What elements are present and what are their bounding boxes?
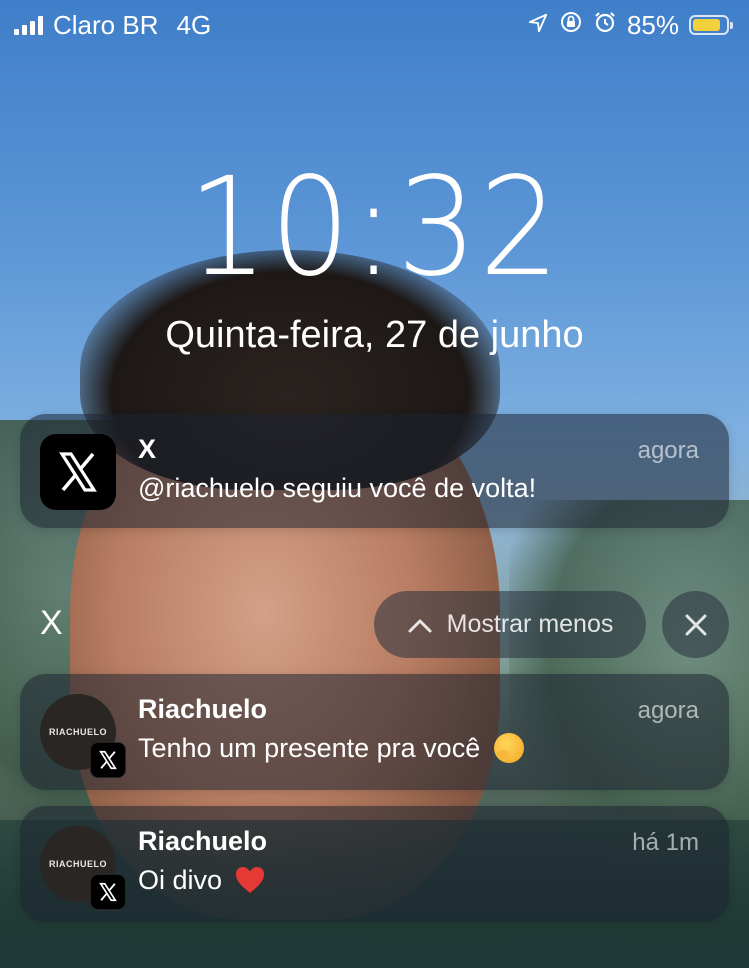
lock-date: Quinta-feira, 27 de junho	[165, 314, 584, 356]
orientation-lock-icon	[559, 10, 583, 41]
notification-time: agora	[637, 697, 699, 724]
carrier-name: Claro BR	[53, 9, 159, 40]
alarm-icon	[593, 10, 617, 41]
notification-message-row: Oi divo	[138, 865, 699, 902]
x-app-icon	[40, 434, 116, 510]
signal-icon	[14, 15, 43, 35]
x-badge-icon	[90, 874, 126, 910]
x-badge-icon	[90, 742, 126, 778]
location-icon	[527, 10, 549, 41]
notification-message-row: Tenho um presente pra você	[138, 733, 699, 764]
network-type: 4G	[176, 9, 212, 40]
notification-message: Oi divo	[138, 865, 223, 895]
notification-time: agora	[637, 437, 699, 464]
lock-screen: Claro BR 4G 85% 10:32 Quinta-feira, 27 d…	[0, 0, 749, 968]
lock-clock: 10:32	[187, 149, 562, 307]
notification-riachuelo-1[interactable]: RIACHUELO Riachuelo agora Tenho um prese…	[20, 674, 729, 790]
clear-group-button[interactable]	[662, 591, 729, 658]
hand-over-mouth-emoji-icon	[493, 733, 524, 763]
notification-title: Riachuelo	[138, 694, 268, 724]
battery-percent: 85%	[626, 9, 679, 40]
red-heart-emoji-icon	[234, 865, 266, 902]
notification-riachuelo-2[interactable]: RIACHUELO Riachuelo há 1m Oi divo	[20, 806, 729, 922]
notification-time: há 1m	[632, 829, 699, 856]
chevron-up-icon	[408, 619, 432, 632]
notification-title: Riachuelo	[138, 826, 268, 856]
notification-message: Tenho um presente pra você	[138, 733, 481, 763]
show-less-button[interactable]: Mostrar menos	[374, 591, 646, 658]
notification-group-label: X	[40, 604, 63, 642]
show-less-label: Mostrar menos	[446, 610, 614, 638]
close-icon	[685, 614, 706, 635]
notification-x-follow[interactable]: X agora @riachuelo seguiu você de volta!	[20, 414, 729, 528]
battery-icon	[689, 15, 733, 35]
notification-title: X	[138, 434, 157, 464]
notification-message: @riachuelo seguiu você de volta!	[138, 473, 537, 503]
status-bar: Claro BR 4G 85%	[0, 0, 749, 50]
